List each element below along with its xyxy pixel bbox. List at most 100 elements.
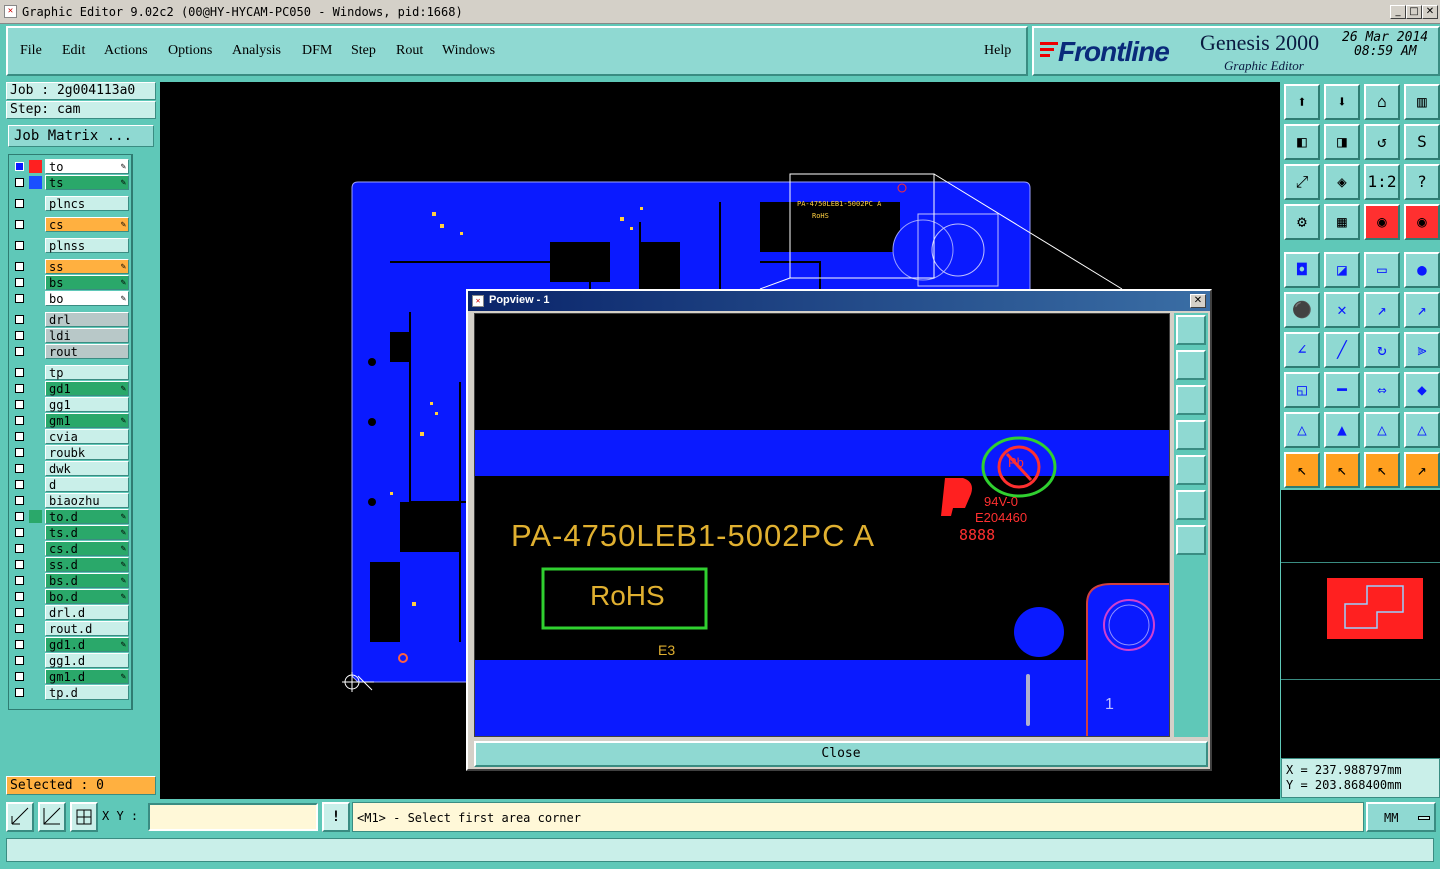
maximize-button[interactable]: □: [1406, 5, 1422, 19]
layer-row[interactable]: plncs: [11, 196, 129, 211]
layer-row[interactable]: bo ✎: [11, 291, 129, 306]
popview-pan-up-icon[interactable]: [1176, 350, 1206, 380]
layer-checkbox[interactable]: [15, 640, 24, 649]
layer-name[interactable]: cs.d ✎: [45, 541, 129, 556]
flip-icon[interactable]: ▥: [1404, 84, 1440, 120]
menu-help[interactable]: Help: [984, 43, 1011, 59]
layer-row[interactable]: ts.d ✎: [11, 525, 129, 540]
layer-row[interactable]: drl: [11, 312, 129, 327]
split-icon[interactable]: ━: [1324, 372, 1360, 408]
layer-row[interactable]: roubk: [11, 445, 129, 460]
tool-settings-icon[interactable]: ⚙: [1284, 204, 1320, 240]
units-select[interactable]: MM: [1366, 802, 1436, 832]
layer-row[interactable]: gd1.d ✎: [11, 637, 129, 652]
menu-file[interactable]: File: [20, 43, 42, 59]
layer-checkbox[interactable]: [15, 576, 24, 585]
layer-row[interactable]: ss.d ✎: [11, 557, 129, 572]
grid-icon[interactable]: [70, 802, 98, 832]
layer-checkbox[interactable]: [15, 544, 24, 553]
fit-icon[interactable]: ⇔: [1364, 372, 1400, 408]
layer-name[interactable]: to ✎: [45, 159, 129, 174]
layer-row[interactable]: gd1 ✎: [11, 381, 129, 396]
layer-checkbox[interactable]: [15, 672, 24, 681]
node-add-icon[interactable]: ⚫: [1284, 292, 1320, 328]
triangle-red-icon[interactable]: △: [1364, 412, 1400, 448]
layer-scrollbar[interactable]: [132, 154, 156, 710]
frame-icon[interactable]: ⫸: [1404, 332, 1440, 368]
move-up-icon[interactable]: ⬆: [1284, 84, 1320, 120]
scale-1-2-icon[interactable]: 1:2: [1364, 164, 1400, 200]
layer-name[interactable]: ss.d ✎: [45, 557, 129, 572]
layer-row[interactable]: rout: [11, 344, 129, 359]
popview-close-icon[interactable]: ✕: [1190, 294, 1206, 308]
select-box-icon[interactable]: ↖: [1324, 452, 1360, 488]
layer-row[interactable]: gg1: [11, 397, 129, 412]
menu-dfm[interactable]: DFM: [302, 43, 332, 59]
layer-name[interactable]: gm1 ✎: [45, 413, 129, 428]
node-delete-icon[interactable]: ✕: [1324, 292, 1360, 328]
menu-rout[interactable]: Rout: [396, 43, 423, 59]
layer-name[interactable]: cvia: [45, 429, 129, 444]
layer-checkbox[interactable]: [15, 262, 24, 271]
layer-checkbox[interactable]: [15, 496, 24, 505]
layer-row[interactable]: rout.d: [11, 621, 129, 636]
measure-icon[interactable]: [38, 802, 66, 832]
layer-color-swatch[interactable]: [29, 176, 42, 189]
circle-add-icon[interactable]: ●: [1404, 252, 1440, 288]
layer-checkbox[interactable]: [15, 528, 24, 537]
layer-name[interactable]: gg1.d: [45, 653, 129, 668]
layer-row[interactable]: ss ✎: [11, 259, 129, 274]
layer-checkbox[interactable]: [15, 162, 24, 171]
triangle-blue-icon[interactable]: △: [1404, 412, 1440, 448]
layer-checkbox[interactable]: [15, 315, 24, 324]
layer-row[interactable]: gm1.d ✎: [11, 669, 129, 684]
shapes-icon[interactable]: ◆: [1404, 372, 1440, 408]
menu-windows[interactable]: Windows: [442, 43, 495, 59]
break-icon[interactable]: ◱: [1284, 372, 1320, 408]
alert-icon[interactable]: !: [322, 802, 350, 832]
rotate-icon[interactable]: ↺: [1364, 124, 1400, 160]
layer-name[interactable]: dwk: [45, 461, 129, 476]
layer-name[interactable]: ss ✎: [45, 259, 129, 274]
select-net-icon[interactable]: ↗: [1404, 452, 1440, 488]
select-pointer-icon[interactable]: ↖: [1284, 452, 1320, 488]
layer-checkbox[interactable]: [15, 294, 24, 303]
layer-row[interactable]: bs ✎: [11, 275, 129, 290]
layer-checkbox[interactable]: [15, 199, 24, 208]
layer-row[interactable]: plnss: [11, 238, 129, 253]
help-query-icon[interactable]: ?: [1404, 164, 1440, 200]
popview-zoom-window-icon[interactable]: [1176, 315, 1206, 345]
layer-checkbox[interactable]: [15, 241, 24, 250]
menu-step[interactable]: Step: [351, 43, 376, 59]
select-poly-icon[interactable]: ↖: [1364, 452, 1400, 488]
layer-name[interactable]: drl.d: [45, 605, 129, 620]
arc-icon[interactable]: ↻: [1364, 332, 1400, 368]
menu-actions[interactable]: Actions: [104, 43, 148, 59]
layer-checkbox[interactable]: [15, 656, 24, 665]
layer-name[interactable]: gm1.d ✎: [45, 669, 129, 684]
ruler-icon[interactable]: ▭: [1364, 252, 1400, 288]
layer-name[interactable]: ts.d ✎: [45, 525, 129, 540]
copy-icon[interactable]: ⌂: [1364, 84, 1400, 120]
move-down-icon[interactable]: ⬇: [1324, 84, 1360, 120]
grid-view-icon[interactable]: ▦: [1324, 204, 1360, 240]
layer-row[interactable]: cs.d ✎: [11, 541, 129, 556]
layer-checkbox[interactable]: [15, 560, 24, 569]
layer-name[interactable]: gg1: [45, 397, 129, 412]
layer-row[interactable]: drl.d: [11, 605, 129, 620]
layer-name[interactable]: d: [45, 477, 129, 492]
popview-pan-right-icon[interactable]: [1176, 455, 1206, 485]
popview-zoom-out-icon[interactable]: [1176, 490, 1206, 520]
arrow-red-icon[interactable]: ↗: [1364, 292, 1400, 328]
layer-row[interactable]: cvia: [11, 429, 129, 444]
move-left-icon[interactable]: ◧: [1284, 124, 1320, 160]
layer-checkbox[interactable]: [15, 448, 24, 457]
layer-name[interactable]: rout: [45, 344, 129, 359]
layer-red-icon[interactable]: ◉: [1364, 204, 1400, 240]
popview-zoom-in-icon[interactable]: [1176, 525, 1206, 555]
layer-checkbox[interactable]: [15, 512, 24, 521]
layer-name[interactable]: gd1 ✎: [45, 381, 129, 396]
layer-name[interactable]: to.d ✎: [45, 509, 129, 524]
layer-checkbox[interactable]: [15, 688, 24, 697]
angle-icon[interactable]: ∠: [1284, 332, 1320, 368]
